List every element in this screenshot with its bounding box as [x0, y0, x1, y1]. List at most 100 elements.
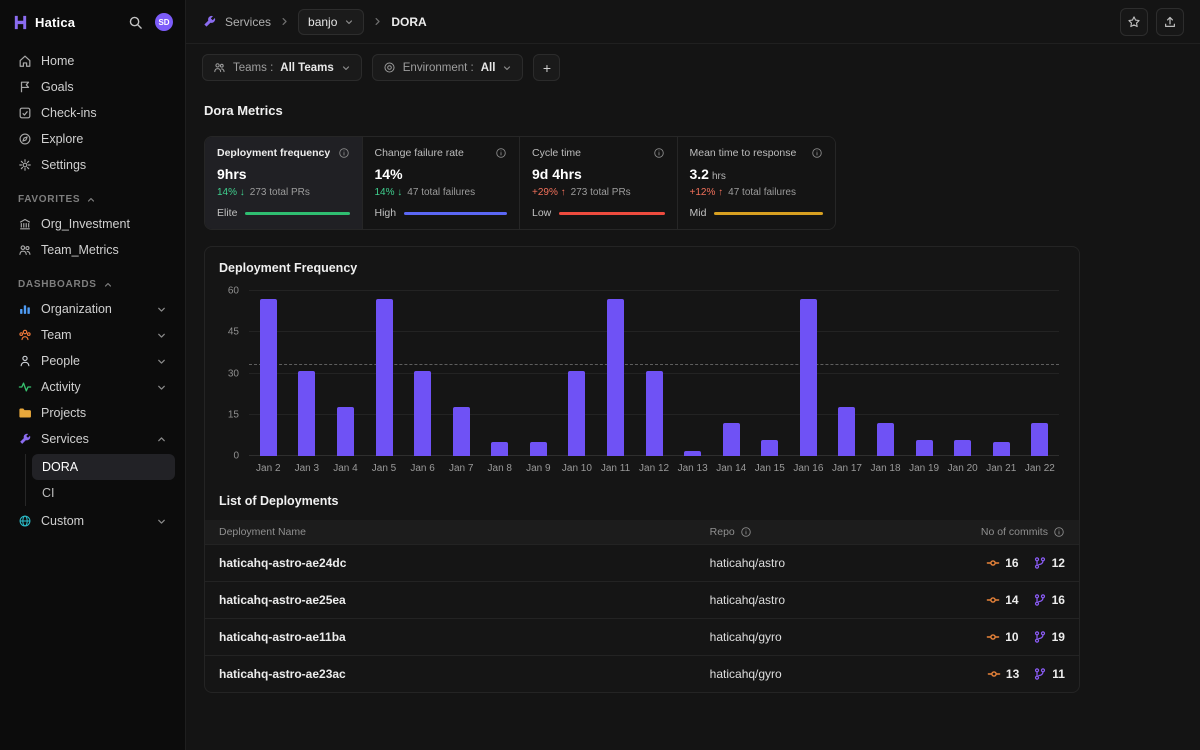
users-icon: [18, 243, 32, 257]
filter-bar: Teams : All Teams Environment : All +: [186, 44, 1200, 93]
branch-icon: [1033, 667, 1047, 681]
branch-icon: [1033, 556, 1047, 570]
x-tick-label: Jan 14: [712, 463, 751, 474]
sidebar-item-dora[interactable]: DORA: [32, 454, 175, 480]
favorites-section-title[interactable]: FAVORITES: [18, 194, 167, 205]
info-icon[interactable]: [1053, 526, 1065, 538]
sidebar-item-services[interactable]: Services: [10, 426, 175, 452]
metric-card-title: Change failure rate: [375, 147, 464, 159]
bar-slot-jan-7: [442, 291, 481, 456]
breadcrumb-page: DORA: [391, 15, 426, 29]
bar-jan-17[interactable]: [838, 407, 855, 457]
teams-filter[interactable]: Teams : All Teams: [202, 54, 362, 81]
bar-jan-5[interactable]: [376, 299, 393, 456]
bar-slot-jan-17: [828, 291, 867, 456]
bar-jan-10[interactable]: [568, 371, 585, 456]
topbar: Services banjo DORA: [186, 0, 1200, 44]
sidebar-item-custom[interactable]: Custom: [10, 508, 175, 534]
table-row[interactable]: haticahq-astro-ae24dc haticahq/astro 16 …: [205, 544, 1079, 581]
avatar[interactable]: SD: [155, 13, 173, 31]
metric-card-deployment-frequency[interactable]: Deployment frequency 9hrs 14% ↓ 273 tota…: [205, 137, 363, 229]
bar-jan-21[interactable]: [993, 442, 1010, 456]
bar-jan-2[interactable]: [260, 299, 277, 456]
info-icon[interactable]: [338, 147, 350, 159]
x-tick-label: Jan 21: [982, 463, 1021, 474]
sidebar-item-check-ins[interactable]: Check-ins: [10, 100, 175, 126]
sidebar-item-projects[interactable]: Projects: [10, 400, 175, 426]
table-row[interactable]: haticahq-astro-ae25ea haticahq/astro 14 …: [205, 581, 1079, 618]
breadcrumb-section[interactable]: Services: [225, 15, 271, 29]
x-tick-label: Jan 15: [751, 463, 790, 474]
bar-jan-11[interactable]: [607, 299, 624, 456]
metric-card-mean-time-to-response[interactable]: Mean time to response 3.2hrs +12% ↑ 47 t…: [678, 137, 836, 229]
sidebar-item-settings[interactable]: Settings: [10, 152, 175, 178]
globe-icon: [18, 514, 32, 528]
info-icon[interactable]: [740, 526, 752, 538]
bar-slot-jan-16: [789, 291, 828, 456]
tier-label: Elite: [217, 207, 237, 219]
environment-filter[interactable]: Environment : All: [372, 54, 524, 81]
export-button[interactable]: [1156, 8, 1184, 36]
dora-panel: Deployment Frequency 015304560: [204, 246, 1080, 693]
bar-jan-13[interactable]: [684, 451, 701, 457]
info-icon[interactable]: [653, 147, 665, 159]
chart-plot: [249, 291, 1059, 456]
search-icon[interactable]: [128, 15, 143, 30]
metric-subtext: 47 total failures: [407, 187, 475, 198]
sidebar-item-team[interactable]: Team: [10, 322, 175, 348]
sidebar-item-goals[interactable]: Goals: [10, 74, 175, 100]
app-window: Hatica SD Home Goals Check-ins Explore S…: [0, 0, 1200, 750]
bar-jan-7[interactable]: [453, 407, 470, 457]
metric-card-cycle-time[interactable]: Cycle time 9d 4hrs +29% ↑ 273 total PRs …: [520, 137, 678, 229]
table-row[interactable]: haticahq-astro-ae11ba haticahq/gyro 10 1…: [205, 618, 1079, 655]
favorite-button[interactable]: [1120, 8, 1148, 36]
chevron-right-icon: [279, 16, 290, 27]
bar-slot-jan-3: [288, 291, 327, 456]
bar-slot-jan-20: [943, 291, 982, 456]
bar-jan-18[interactable]: [877, 423, 894, 456]
bar-jan-4[interactable]: [337, 407, 354, 457]
sidebar-item-organization[interactable]: Organization: [10, 296, 175, 322]
sidebar-item-ci[interactable]: CI: [32, 480, 175, 506]
bar-jan-22[interactable]: [1031, 423, 1048, 456]
deployments-table: Deployment Name Repo No of commits hatic…: [205, 520, 1079, 692]
dashboards-section-title[interactable]: DASHBOARDS: [18, 279, 167, 290]
chevron-up-icon: [156, 434, 167, 445]
bar-jan-3[interactable]: [298, 371, 315, 456]
add-filter-button[interactable]: +: [533, 54, 560, 81]
topbar-actions: [1120, 8, 1184, 36]
x-tick-label: Jan 3: [288, 463, 327, 474]
compass-icon: [18, 132, 32, 146]
favorites-section: FAVORITES Org_Investment Team_Metrics: [10, 194, 175, 263]
bar-jan-6[interactable]: [414, 371, 431, 456]
bar-jan-15[interactable]: [761, 440, 778, 457]
bar-jan-8[interactable]: [491, 442, 508, 456]
bar-jan-12[interactable]: [646, 371, 663, 456]
sidebar-item-org-investment[interactable]: Org_Investment: [10, 211, 175, 237]
metric-card-title: Deployment frequency: [217, 147, 330, 159]
bar-jan-20[interactable]: [954, 440, 971, 457]
info-icon[interactable]: [811, 147, 823, 159]
x-tick-label: Jan 18: [866, 463, 905, 474]
sidebar-item-home[interactable]: Home: [10, 48, 175, 74]
sidebar-item-people[interactable]: People: [10, 348, 175, 374]
x-tick-label: Jan 13: [673, 463, 712, 474]
sidebar-item-explore[interactable]: Explore: [10, 126, 175, 152]
table-row[interactable]: haticahq-astro-ae23ac haticahq/gyro 13 1…: [205, 655, 1079, 692]
sidebar-item-label: Services: [41, 432, 89, 446]
metric-card-change-failure-rate[interactable]: Change failure rate 14% 14% ↓ 47 total f…: [363, 137, 521, 229]
project-selector[interactable]: banjo: [298, 9, 364, 35]
bar-jan-19[interactable]: [916, 440, 933, 457]
section-label: DASHBOARDS: [18, 279, 97, 290]
chart-y-axis: 015304560: [219, 291, 249, 456]
metric-value: 14%: [375, 166, 508, 182]
branch-icon: [1033, 593, 1047, 607]
sidebar-item-activity[interactable]: Activity: [10, 374, 175, 400]
info-icon[interactable]: [495, 147, 507, 159]
metric-card-header: Deployment frequency: [217, 147, 350, 159]
sidebar-item-team-metrics[interactable]: Team_Metrics: [10, 237, 175, 263]
bar-jan-9[interactable]: [530, 442, 547, 456]
bar-jan-14[interactable]: [723, 423, 740, 456]
pr-count: 19: [1033, 630, 1065, 644]
bar-jan-16[interactable]: [800, 299, 817, 456]
